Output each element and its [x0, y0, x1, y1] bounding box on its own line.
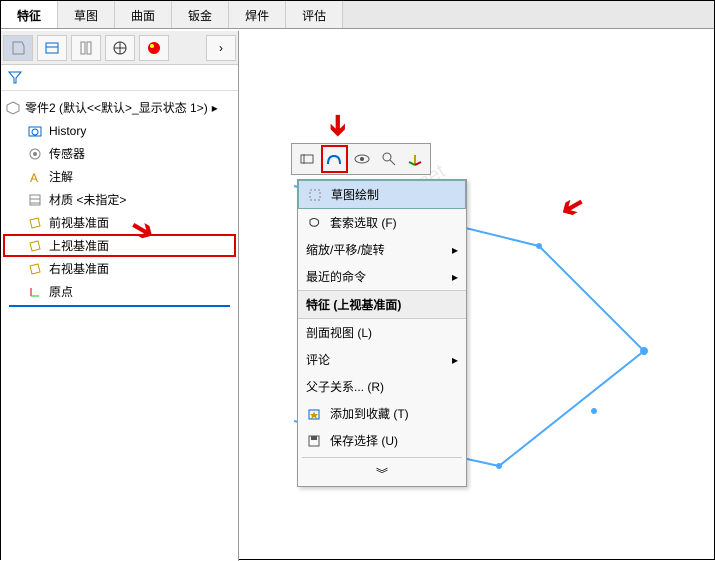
tree-item-top-plane[interactable]: 上视基准面: [3, 234, 236, 257]
chevron-icon: ▸: [212, 101, 218, 115]
zoom-selection-icon[interactable]: [376, 146, 402, 172]
tree-item-front-plane[interactable]: 前视基准面: [3, 211, 236, 234]
sketch-icon[interactable]: [321, 145, 349, 173]
command-ribbon-tabs: 特征 草图 曲面 钣金 焊件 评估: [1, 1, 714, 29]
tree-label: History: [49, 124, 86, 138]
tab-features[interactable]: 特征: [1, 1, 58, 28]
tree-underline: [9, 305, 230, 307]
material-icon: [27, 192, 43, 208]
filter-icon[interactable]: [7, 69, 23, 85]
menu-comment[interactable]: 评论 ▸: [298, 346, 466, 373]
chevron-right-icon: ▸: [452, 353, 458, 367]
menu-label: 套索选取 (F): [330, 214, 397, 231]
tree-item-right-plane[interactable]: 右视基准面: [3, 257, 236, 280]
menu-label: 草图绘制: [331, 186, 379, 203]
menu-expand-icon[interactable]: ︾: [298, 461, 466, 486]
3d-sketch-icon[interactable]: [402, 146, 428, 172]
annotation-arrow-2: ➔: [322, 114, 355, 137]
panel-expand-icon[interactable]: ›: [206, 35, 236, 61]
appearance-tab-icon[interactable]: [139, 35, 169, 61]
menu-save-selection[interactable]: 保存选择 (U): [298, 427, 466, 454]
chevron-right-icon: ▸: [452, 243, 458, 257]
origin-icon: [27, 284, 43, 300]
history-icon: [27, 123, 43, 139]
context-toolbar: [291, 143, 431, 175]
tree-label: 原点: [49, 283, 73, 300]
feature-manager-panel: › 零件2 (默认<<默认>_显示状态 1>) ▸ History 传感器 A …: [1, 31, 239, 561]
menu-parent-child[interactable]: 父子关系... (R): [298, 373, 466, 400]
tree-label: 上视基准面: [49, 237, 109, 254]
menu-zoom-pan[interactable]: 缩放/平移/旋转 ▸: [298, 236, 466, 263]
menu-label: 缩放/平移/旋转: [306, 241, 385, 258]
normal-to-icon[interactable]: [294, 146, 320, 172]
tab-evaluate[interactable]: 评估: [286, 1, 343, 28]
feature-tree-tab-icon[interactable]: [3, 35, 33, 61]
tab-surface[interactable]: 曲面: [115, 1, 172, 28]
tree-label: 右视基准面: [49, 260, 109, 277]
config-tab-icon[interactable]: [71, 35, 101, 61]
menu-lasso[interactable]: 套索选取 (F): [298, 209, 466, 236]
menu-label: 最近的命令: [306, 268, 366, 285]
plane-icon: [27, 215, 43, 231]
menu-section-view[interactable]: 剖面视图 (L): [298, 319, 466, 346]
filter-row: [1, 65, 238, 91]
tab-weldment[interactable]: 焊件: [229, 1, 286, 28]
chevron-right-icon: ▸: [452, 270, 458, 284]
tab-sheetmetal[interactable]: 钣金: [172, 1, 229, 28]
tree-label: 前视基准面: [49, 214, 109, 231]
menu-add-favorite[interactable]: 添加到收藏 (T): [298, 400, 466, 427]
tree-root-label: 零件2 (默认<<默认>_显示状态 1>): [25, 99, 208, 116]
part-icon: [5, 100, 21, 116]
menu-label: 添加到收藏 (T): [330, 405, 409, 422]
menu-recent[interactable]: 最近的命令 ▸: [298, 263, 466, 290]
lasso-icon: [306, 215, 322, 231]
tree-label: 传感器: [49, 145, 85, 162]
annotation-icon: A: [27, 169, 43, 185]
menu-label: 评论: [306, 351, 330, 368]
view-icon[interactable]: [349, 146, 375, 172]
menu-feature-header: 特征 (上视基准面): [298, 290, 466, 319]
tab-sketch[interactable]: 草图: [58, 1, 115, 28]
plane-icon: [27, 238, 43, 254]
context-menu: 草图绘制 套索选取 (F) 缩放/平移/旋转 ▸ 最近的命令 ▸ 特征 (上视基…: [297, 179, 467, 487]
menu-label: 剖面视图 (L): [306, 324, 372, 341]
menu-sketch-draw[interactable]: 草图绘制: [298, 180, 466, 209]
feature-tree: 零件2 (默认<<默认>_显示状态 1>) ▸ History 传感器 A 注解…: [1, 91, 238, 311]
tree-item-history[interactable]: History: [3, 120, 236, 142]
tree-label: 材质 <未指定>: [49, 191, 126, 208]
plane-icon: [27, 261, 43, 277]
tree-root[interactable]: 零件2 (默认<<默认>_显示状态 1>) ▸: [3, 95, 236, 120]
tree-item-sensors[interactable]: 传感器: [3, 142, 236, 165]
tree-item-origin[interactable]: 原点: [3, 280, 236, 303]
favorite-icon: [306, 406, 322, 422]
tree-label: 注解: [49, 168, 73, 185]
panel-tabs: ›: [1, 31, 238, 65]
save-icon: [306, 433, 322, 449]
property-tab-icon[interactable]: [37, 35, 67, 61]
tree-item-material[interactable]: 材质 <未指定>: [3, 188, 236, 211]
menu-label: 保存选择 (U): [330, 432, 398, 449]
menu-label: 父子关系... (R): [306, 378, 384, 395]
dimxpert-tab-icon[interactable]: [105, 35, 135, 61]
svg-text:A: A: [30, 171, 38, 184]
sketch-small-icon: [307, 187, 323, 203]
tree-item-annotations[interactable]: A 注解: [3, 165, 236, 188]
sensor-icon: [27, 146, 43, 162]
menu-separator: [302, 457, 462, 458]
